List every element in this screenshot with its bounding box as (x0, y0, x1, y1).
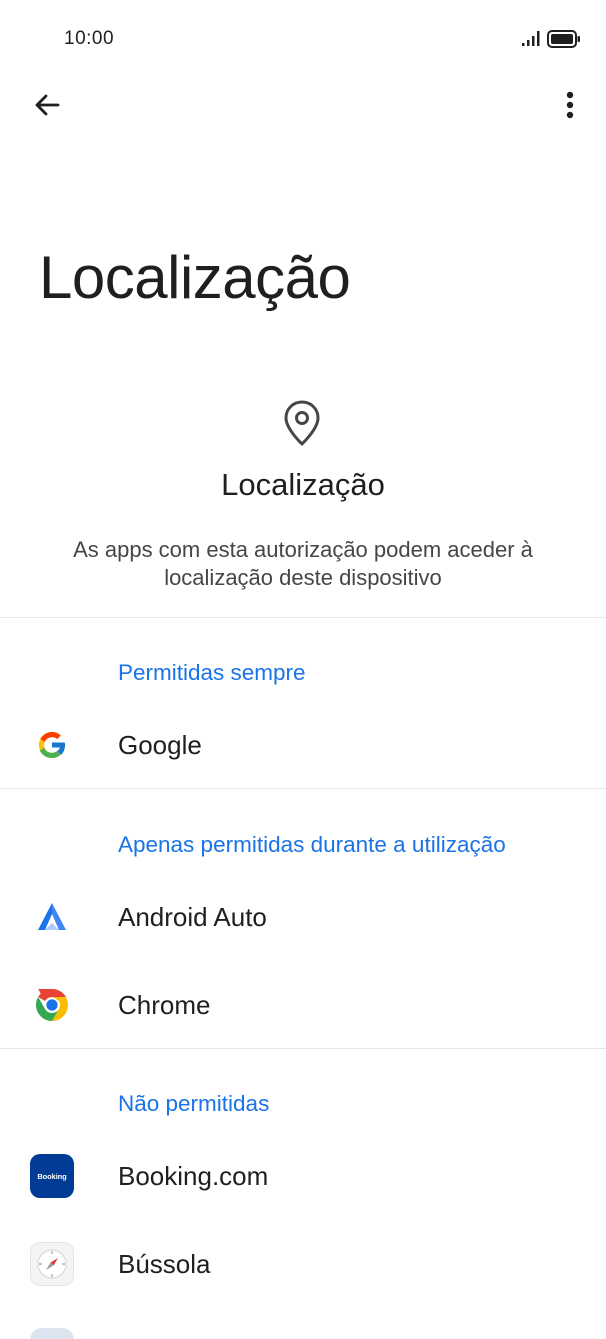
status-bar: 10:00 (0, 0, 606, 78)
page-title: Localização (39, 244, 351, 311)
app-row-booking[interactable]: Booking Booking.com (0, 1136, 606, 1216)
google-icon (30, 723, 74, 767)
app-row-google[interactable]: Google (0, 705, 606, 785)
location-permission-screen: 10:00 Localização Localização As apps co… (0, 0, 606, 1339)
app-name: Booking.com (118, 1161, 269, 1191)
app-row-android-auto[interactable]: Android Auto (0, 877, 606, 957)
app-row-chrome[interactable]: Chrome (0, 965, 606, 1045)
more-vert-icon (566, 91, 574, 119)
divider (0, 788, 606, 789)
booking-icon: Booking (30, 1154, 74, 1198)
section-heading: Localização (221, 467, 385, 502)
arrow-back-icon (35, 94, 60, 116)
partial-app-icon (30, 1328, 74, 1339)
divider (0, 617, 606, 618)
app-name: Android Auto (118, 902, 267, 932)
divider (0, 1048, 606, 1049)
booking-logo: Booking (30, 1154, 74, 1198)
chrome-icon (30, 983, 74, 1027)
app-name: Bússola (118, 1249, 211, 1279)
app-name: Google (118, 730, 202, 760)
section-description: As apps com esta autorização podem acede… (73, 537, 533, 590)
android-auto-icon (30, 895, 74, 939)
status-time: 10:00 (64, 28, 115, 49)
app-row-compass[interactable]: Bússola (0, 1224, 606, 1304)
back-button[interactable] (24, 82, 70, 128)
app-name: Chrome (118, 990, 211, 1020)
location-pin-icon (284, 400, 320, 446)
group-header-always-allowed: Permitidas sempre (118, 660, 306, 685)
compass-icon (30, 1242, 74, 1286)
group-header-while-in-use: Apenas permitidas durante a utilização (118, 832, 506, 857)
signal-icon (522, 31, 540, 46)
group-header-not-allowed: Não permitidas (118, 1091, 270, 1116)
battery-icon (547, 30, 580, 48)
more-options-button[interactable] (548, 82, 592, 128)
